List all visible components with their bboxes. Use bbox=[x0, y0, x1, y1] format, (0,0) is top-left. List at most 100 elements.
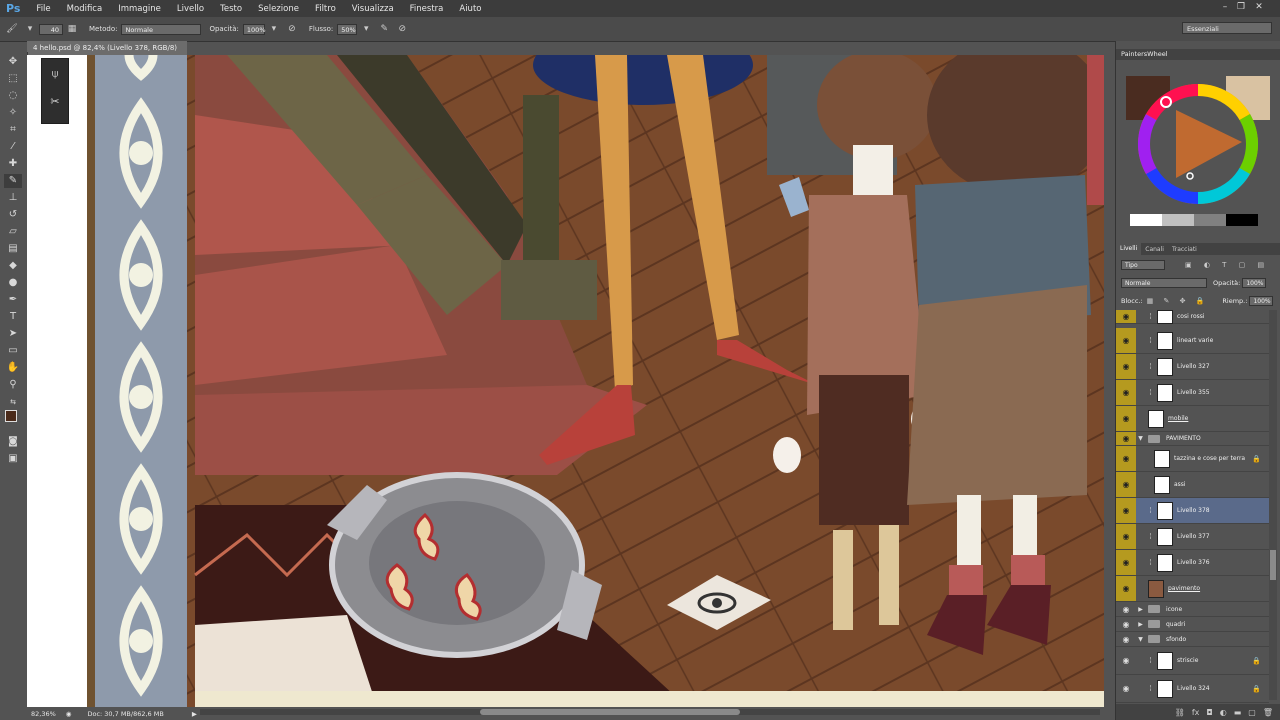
menu-aiuto[interactable]: Aiuto bbox=[451, 4, 489, 14]
horizontal-scroll-thumb[interactable] bbox=[480, 709, 740, 715]
layer-row[interactable]: ◉ tazzina e cose per terra 🔒 bbox=[1116, 446, 1269, 472]
zoom-level[interactable]: 82,36% bbox=[31, 710, 56, 718]
layer-name[interactable]: assi bbox=[1174, 481, 1269, 488]
marquee-tool-icon[interactable]: ⬚ bbox=[4, 72, 22, 86]
layer-filter-select[interactable]: Tipo bbox=[1121, 260, 1165, 270]
foreground-color-swatch[interactable] bbox=[5, 410, 17, 422]
layer-row[interactable]: ◉ ╎ Livello 324 🔒 bbox=[1116, 675, 1269, 703]
group-expand-icon[interactable]: ▼ bbox=[1136, 636, 1145, 643]
path-select-tool-icon[interactable]: ➤ bbox=[4, 327, 22, 341]
visibility-eye-icon[interactable]: ◉ bbox=[1116, 675, 1136, 702]
clone-stamp-tool-icon[interactable]: ⊥ bbox=[4, 191, 22, 205]
restore-icon[interactable]: ❐ bbox=[1234, 1, 1248, 13]
menu-file[interactable]: File bbox=[28, 4, 58, 14]
layer-row[interactable]: ◉ ╎ lineart varie bbox=[1116, 328, 1269, 354]
group-expand-icon[interactable]: ▼ bbox=[1136, 435, 1145, 442]
painterswheel-title[interactable]: PaintersWheel bbox=[1121, 50, 1168, 58]
lock-icons[interactable]: ▦ ✎ ✥ 🔒 bbox=[1147, 297, 1209, 305]
visibility-eye-icon[interactable]: ◉ bbox=[1116, 406, 1136, 431]
menu-immagine[interactable]: Immagine bbox=[110, 4, 169, 14]
group-name[interactable]: quadri bbox=[1166, 621, 1269, 628]
quick-select-tool-icon[interactable]: ✧ bbox=[4, 106, 22, 120]
new-layer-icon[interactable]: ▢ bbox=[1248, 708, 1256, 717]
visibility-eye-icon[interactable]: ◉ bbox=[1116, 472, 1136, 497]
new-group-icon[interactable]: ▬ bbox=[1234, 708, 1242, 717]
delete-layer-icon[interactable]: 🗑 bbox=[1263, 708, 1273, 717]
visibility-eye-icon[interactable]: ◉ bbox=[1116, 524, 1136, 549]
brush-preset-icon[interactable]: ⍦ bbox=[42, 67, 68, 81]
opacity-field[interactable]: 100% bbox=[242, 23, 266, 35]
visibility-eye-icon[interactable]: ◉ bbox=[1116, 380, 1136, 405]
canvas[interactable] bbox=[27, 55, 1105, 707]
pen-tool-icon[interactable]: ✒ bbox=[4, 293, 22, 307]
gradient-tool-icon[interactable]: ▤ bbox=[4, 242, 22, 256]
layer-opacity-field[interactable]: 100% bbox=[1242, 278, 1267, 288]
type-tool-icon[interactable]: T bbox=[4, 310, 22, 324]
airbrush-icon[interactable]: ✎ bbox=[378, 23, 390, 35]
opacity-dropdown-icon[interactable]: ▾ bbox=[268, 23, 280, 35]
layer-group-row[interactable]: ◉ ▼ PAVIMENTO bbox=[1116, 432, 1269, 446]
menu-selezione[interactable]: Selezione bbox=[250, 4, 307, 14]
visibility-eye-icon[interactable]: ◉ bbox=[1116, 617, 1136, 631]
visibility-eye-icon[interactable]: ◉ bbox=[1116, 432, 1136, 445]
layer-name[interactable]: tazzina e cose per terra bbox=[1174, 455, 1252, 462]
layer-row[interactable]: ◉ ╎ cosi rossi bbox=[1116, 309, 1269, 324]
tab-canali[interactable]: Canali bbox=[1141, 246, 1168, 253]
layer-row[interactable]: ◉ ╎ Livello 355 bbox=[1116, 380, 1269, 406]
layer-name[interactable]: cosi rossi bbox=[1177, 313, 1269, 320]
layer-group-row[interactable]: ◉ ▶ quadri bbox=[1116, 617, 1269, 632]
blur-tool-icon[interactable]: ◆ bbox=[4, 259, 22, 273]
tab-livelli[interactable]: Livelli bbox=[1116, 243, 1142, 255]
visibility-eye-icon[interactable]: ◉ bbox=[1116, 446, 1136, 471]
zoom-tool-icon[interactable]: ⚲ bbox=[4, 378, 22, 392]
menu-livello[interactable]: Livello bbox=[169, 4, 212, 14]
canvas-vertical-scrollbar[interactable] bbox=[1104, 55, 1113, 707]
workspace-select[interactable]: Essenziali bbox=[1182, 22, 1272, 34]
layer-row[interactable]: ◉ assi bbox=[1116, 472, 1269, 498]
pressure-opacity-icon[interactable]: ⊘ bbox=[286, 23, 298, 35]
tab-tracciati[interactable]: Tracciati bbox=[1168, 246, 1201, 253]
visibility-eye-icon[interactable]: ◉ bbox=[1116, 498, 1136, 523]
visibility-eye-icon[interactable]: ◉ bbox=[1116, 328, 1136, 353]
swap-colors-icon[interactable]: ⇆ bbox=[4, 395, 22, 409]
status-menu-arrow-icon[interactable]: ▶ bbox=[192, 710, 197, 718]
menu-visualizza[interactable]: Visualizza bbox=[344, 4, 402, 14]
flow-dropdown-icon[interactable]: ▾ bbox=[360, 23, 372, 35]
layer-name[interactable]: Livello 377 bbox=[1177, 533, 1269, 540]
link-layers-icon[interactable]: ⛓ bbox=[1175, 708, 1185, 717]
layer-name[interactable]: Livello 355 bbox=[1177, 389, 1269, 396]
layer-name[interactable]: Livello 327 bbox=[1177, 363, 1269, 370]
layer-name[interactable]: mobile bbox=[1168, 415, 1269, 422]
move-tool-icon[interactable]: ✥ bbox=[4, 55, 22, 69]
history-brush-tool-icon[interactable]: ↺ bbox=[4, 208, 22, 222]
layers-scrollbar[interactable] bbox=[1269, 310, 1277, 700]
layer-row[interactable]: ◉ pavimento bbox=[1116, 576, 1269, 602]
lasso-tool-icon[interactable]: ◌ bbox=[4, 89, 22, 103]
layer-row[interactable]: ◉ ╎ Livello 377 bbox=[1116, 524, 1269, 550]
visibility-eye-icon[interactable]: ◉ bbox=[1116, 632, 1136, 646]
screen-mode-icon[interactable]: ▣ bbox=[4, 452, 22, 466]
brush-panel-toggle-icon[interactable]: ▦ bbox=[66, 23, 78, 35]
dodge-tool-icon[interactable]: ● bbox=[4, 276, 22, 290]
layer-row[interactable]: ◉ ╎ striscie 🔒 bbox=[1116, 647, 1269, 675]
add-mask-icon[interactable]: ◘ bbox=[1206, 708, 1212, 717]
brush-size-preset[interactable]: 40 bbox=[39, 23, 63, 35]
healing-tool-icon[interactable]: ✚ bbox=[4, 157, 22, 171]
menu-testo[interactable]: Testo bbox=[212, 4, 250, 14]
group-name[interactable]: icone bbox=[1166, 606, 1269, 613]
filter-icons[interactable]: ▣ ◐ T ▢ ▤ bbox=[1185, 261, 1269, 269]
shape-tool-icon[interactable]: ▭ bbox=[4, 344, 22, 358]
document-tab[interactable]: 4 hello.psd @ 82,4% (Livello 378, RGB/8)… bbox=[27, 41, 187, 66]
brush-tool-icon[interactable]: ✎ bbox=[4, 174, 22, 188]
layer-row-selected[interactable]: ◉ ╎ Livello 378 bbox=[1116, 498, 1269, 524]
fill-field[interactable]: 100% bbox=[1249, 296, 1274, 306]
menu-finestra[interactable]: Finestra bbox=[402, 4, 452, 14]
group-expand-icon[interactable]: ▶ bbox=[1136, 621, 1145, 628]
color-wheel[interactable] bbox=[1116, 60, 1280, 236]
layer-name[interactable]: Livello 376 bbox=[1177, 559, 1269, 566]
layer-row[interactable]: ◉ mobile bbox=[1116, 406, 1269, 432]
layer-name[interactable]: lineart varie bbox=[1177, 337, 1269, 344]
visibility-eye-icon[interactable]: ◉ bbox=[1116, 550, 1136, 575]
crop-tool-icon[interactable]: ⌗ bbox=[4, 123, 22, 137]
menu-modifica[interactable]: Modifica bbox=[59, 4, 111, 14]
